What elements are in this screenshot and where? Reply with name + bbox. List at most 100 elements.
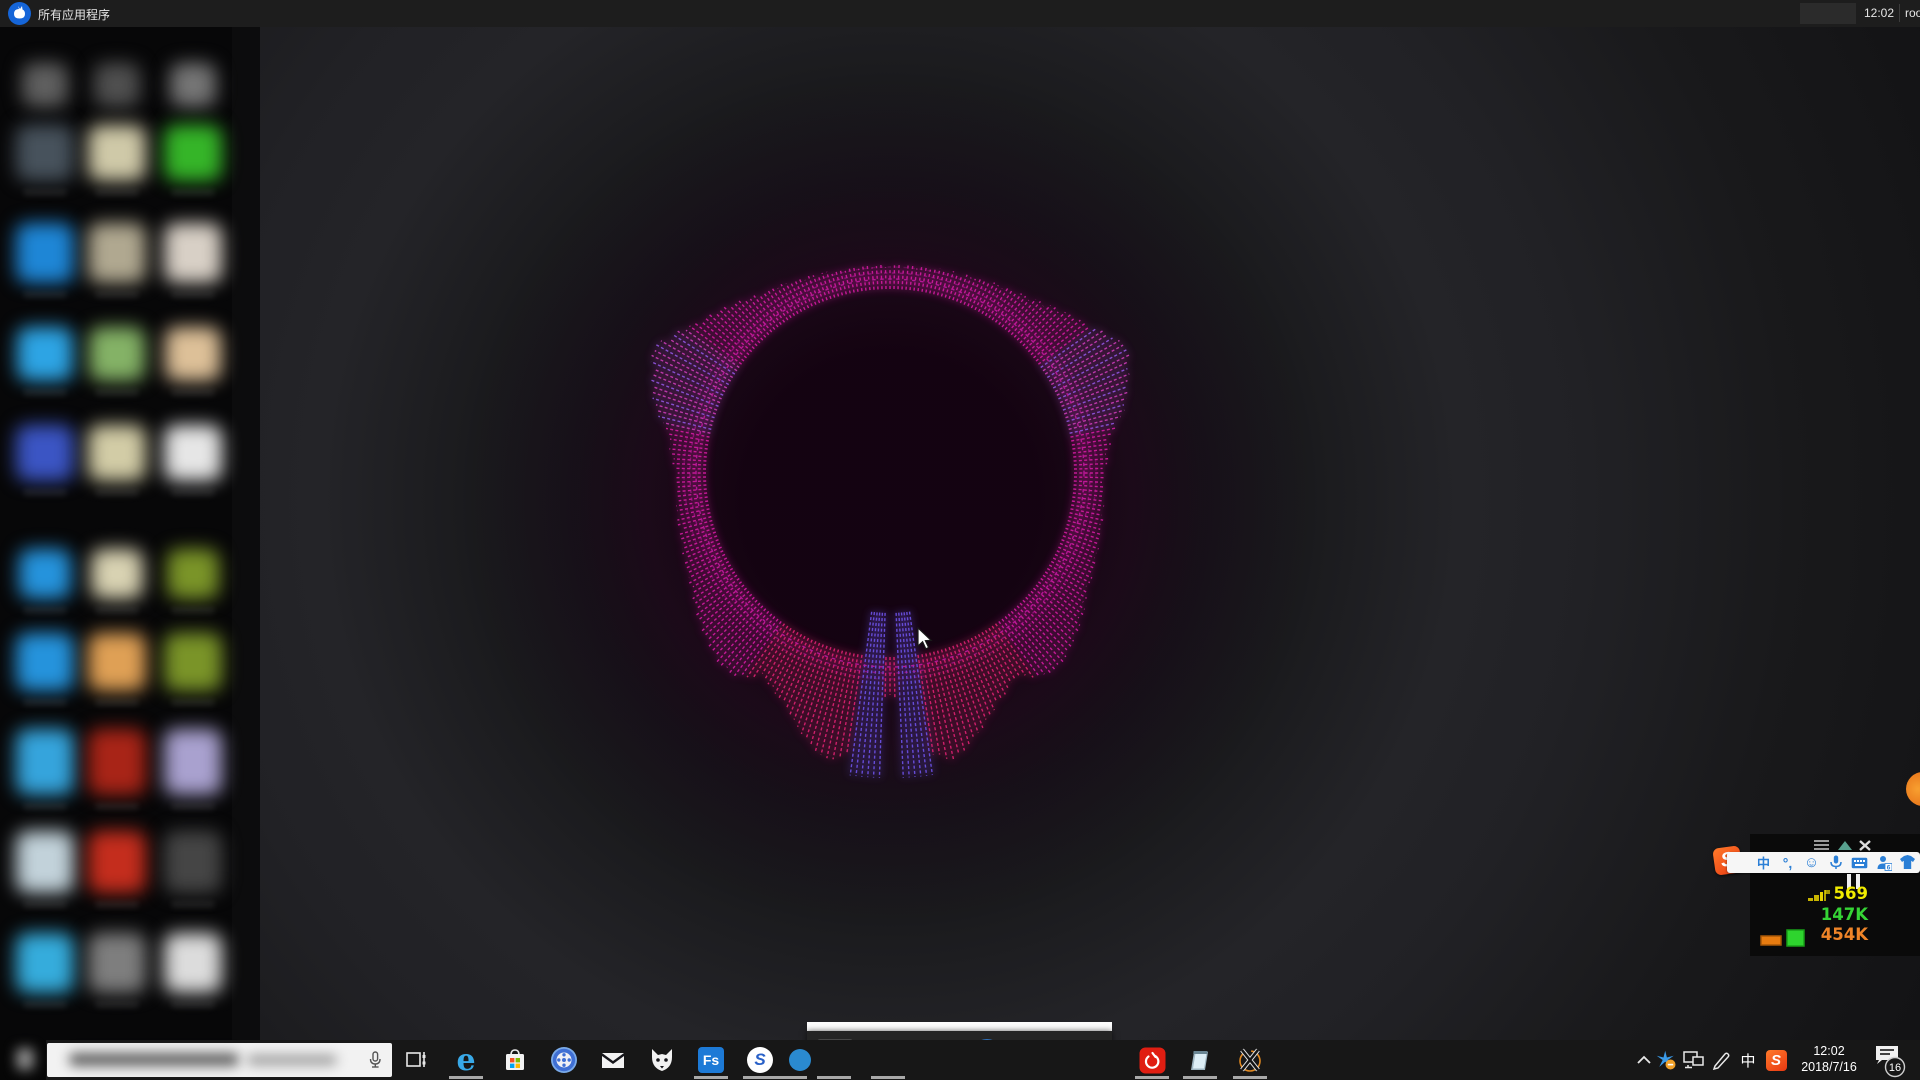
notepad-icon[interactable]: [1178, 1040, 1222, 1080]
app-label-blurred: [23, 291, 67, 298]
account-button[interactable]: 6: [1875, 854, 1892, 871]
app-icon-blurred[interactable]: [16, 729, 74, 795]
app-icon-blurred[interactable]: [88, 425, 146, 481]
running-indicator: [1135, 1076, 1169, 1079]
app-icon-blurred[interactable]: [164, 223, 222, 283]
app-icon-blurred[interactable]: [164, 425, 222, 481]
punctuation-button[interactable]: °,: [1779, 854, 1796, 871]
app-label-blurred: [171, 189, 215, 196]
running-indicator: [694, 1076, 728, 1079]
app-label-blurred: [23, 189, 67, 196]
top-menubar: 所有应用程序 12:02 root: [0, 0, 1920, 27]
app-label-blurred: [95, 1001, 139, 1008]
app-icon-blurred[interactable]: [16, 223, 74, 283]
microphone-icon[interactable]: [365, 1050, 385, 1070]
app-icon-blurred[interactable]: [165, 327, 221, 381]
emoji-button[interactable]: ☺: [1803, 854, 1820, 871]
app-icon-blurred[interactable]: [164, 729, 222, 795]
app-icon-blurred[interactable]: [16, 831, 74, 893]
app-icon-blurred[interactable]: [164, 933, 222, 993]
app-icon-blurred[interactable]: [164, 831, 222, 893]
app-icon-blurred[interactable]: [167, 549, 219, 599]
app-label-blurred: [171, 607, 215, 614]
app-icon-blurred[interactable]: [88, 633, 146, 691]
svg-text:16: 16: [1889, 1062, 1901, 1074]
app-icon-blurred[interactable]: [164, 125, 222, 181]
faststone-icon[interactable]: Fs: [689, 1040, 733, 1080]
app-label-blurred: [95, 489, 139, 496]
app-label-blurred: [171, 699, 215, 706]
start-button[interactable]: [0, 1040, 46, 1080]
taskbar: e: [0, 1040, 1920, 1080]
menu-lines-icon: [1814, 840, 1829, 850]
netease-music-icon[interactable]: [1130, 1040, 1174, 1080]
task-view-button[interactable]: [395, 1040, 439, 1080]
app-label-blurred: [171, 291, 215, 298]
triangle-up-icon: [1838, 841, 1852, 850]
app-grid-panel: [0, 27, 260, 1040]
app-icon-blurred[interactable]: [19, 549, 71, 599]
desktop: 所有应用程序 12:02 root S 中°,☺6 569147K454K $_: [0, 0, 1920, 1080]
app-icon-blurred[interactable]: [94, 63, 140, 107]
app-label-blurred: [23, 803, 67, 810]
foobar2000-icon[interactable]: [640, 1040, 684, 1080]
app-icon-blurred[interactable]: [16, 125, 74, 181]
tray-pen-icon[interactable]: [1706, 1040, 1736, 1080]
audio-visualizer: [0, 0, 1920, 1080]
soft-keyboard-button[interactable]: [1851, 854, 1868, 871]
edge-browser-icon[interactable]: e: [444, 1040, 488, 1080]
mail-icon[interactable]: [591, 1040, 635, 1080]
app-label-blurred: [95, 901, 139, 908]
hidden-app-icon[interactable]: [789, 1049, 811, 1071]
widget-controls: [1812, 839, 1882, 851]
app-icon-blurred[interactable]: [22, 63, 68, 107]
running-indicator: [1233, 1076, 1267, 1079]
popup-titlebar: [807, 1022, 1112, 1031]
search-text-blur2: [247, 1055, 337, 1065]
app-label-blurred: [23, 489, 67, 496]
lang-toggle-button[interactable]: 中: [1755, 854, 1772, 871]
app-label-blurred: [95, 189, 139, 196]
censored-region: [1800, 3, 1856, 24]
app-icon-blurred[interactable]: [17, 327, 73, 381]
all-applications-menu[interactable]: 所有应用程序: [38, 6, 110, 23]
tray-lang-indicator[interactable]: 中: [1733, 1040, 1763, 1080]
svg-text:6: 6: [1886, 864, 1890, 871]
app-icon-blurred[interactable]: [16, 425, 74, 481]
netspeed-value: 147K: [1752, 905, 1868, 924]
app-icon-blurred[interactable]: [89, 327, 145, 381]
app-label-blurred: [95, 607, 139, 614]
tray-clock[interactable]: 12:02 2018/7/16: [1796, 1043, 1862, 1075]
app-label-blurred: [171, 389, 215, 396]
video-player-icon[interactable]: [542, 1040, 586, 1080]
notification-center-button[interactable]: 16: [1868, 1040, 1914, 1080]
tray-sogou-icon[interactable]: S: [1760, 1040, 1792, 1080]
app-icon-blurred[interactable]: [88, 831, 146, 893]
s-browser-icon[interactable]: S: [738, 1040, 782, 1080]
app-label-blurred: [171, 1001, 215, 1008]
voice-input-button[interactable]: [1827, 854, 1844, 871]
app-icon-blurred[interactable]: [88, 223, 146, 283]
meter-icon: [1808, 889, 1832, 903]
app-icon-blurred[interactable]: [88, 729, 146, 795]
running-indicator: [1183, 1076, 1217, 1079]
taskbar-search-input[interactable]: [47, 1043, 392, 1077]
app-icon-blurred[interactable]: [88, 933, 146, 993]
topbar-clock: 12:02: [1864, 6, 1894, 20]
app-label-blurred: [95, 699, 139, 706]
start-menu-logo-icon[interactable]: [8, 2, 31, 25]
app-icon-blurred[interactable]: [91, 549, 143, 599]
xorg-icon[interactable]: [1228, 1040, 1272, 1080]
app-icon-blurred[interactable]: [16, 933, 74, 993]
running-indicator: [817, 1076, 851, 1079]
clock-time: 12:02: [1796, 1043, 1862, 1059]
app-icon-blurred[interactable]: [88, 125, 146, 181]
ms-store-icon[interactable]: [493, 1040, 537, 1080]
app-label-blurred: [171, 901, 215, 908]
skin-button[interactable]: [1899, 854, 1916, 871]
app-icon-blurred[interactable]: [16, 633, 74, 691]
app-icon-blurred[interactable]: [170, 63, 216, 107]
app-label-blurred: [95, 389, 139, 396]
app-label-blurred: [23, 389, 67, 396]
app-icon-blurred[interactable]: [164, 633, 222, 691]
